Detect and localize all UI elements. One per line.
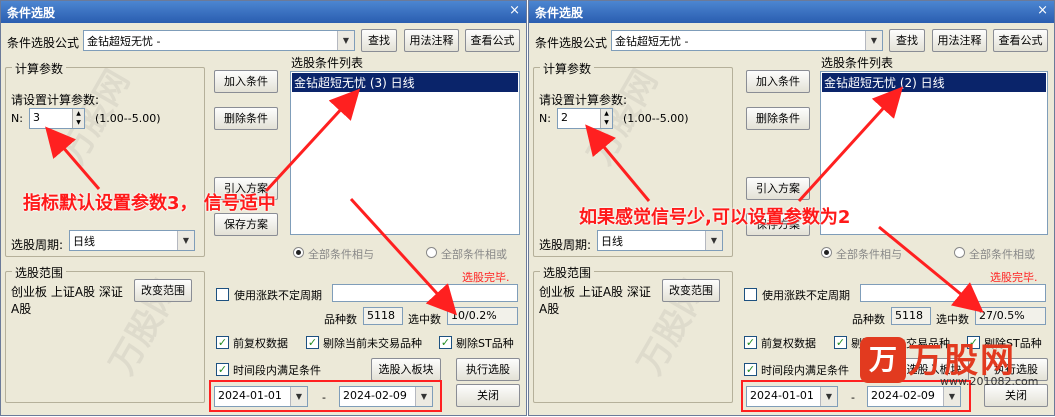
annotation-callout: 指标默认设置参数3， 信号适中 <box>23 193 276 214</box>
condition-stock-window-right: 条件选股 × 万股网 万股网 条件选股公式 金钻超短无忧 - ▼ 查找 用法注释… <box>528 0 1055 416</box>
arrow-to-selected <box>878 225 984 313</box>
arrow-to-selected <box>349 197 458 316</box>
arrow-to-param <box>45 126 101 190</box>
arrow-to-condition <box>797 86 904 203</box>
arrow-to-param <box>585 124 651 202</box>
annotation-callout: 如果感觉信号少,可以设置参数为2 <box>579 207 851 228</box>
arrow-to-condition <box>264 88 361 193</box>
condition-stock-window-left: 条件选股 × 万股网 万股网 条件选股公式 金钻超短无忧 - ▼ 查找 用法注释… <box>0 0 527 416</box>
